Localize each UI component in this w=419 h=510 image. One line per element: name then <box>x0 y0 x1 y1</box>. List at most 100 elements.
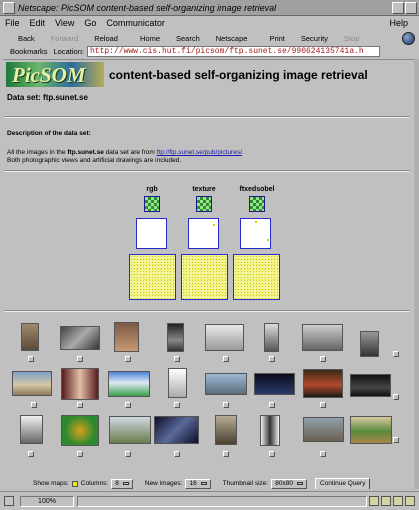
select-checkbox[interactable] <box>223 451 229 457</box>
thumbnail-image[interactable] <box>302 324 343 351</box>
search-button[interactable]: Search <box>168 34 208 43</box>
select-checkbox[interactable] <box>125 451 131 457</box>
select-checkbox[interactable] <box>393 351 399 357</box>
texture-top-map[interactable] <box>196 196 212 212</box>
select-checkbox[interactable] <box>269 402 275 408</box>
select-checkbox[interactable] <box>125 402 131 408</box>
show-maps-checkbox[interactable] <box>71 480 78 487</box>
menu-go[interactable]: Go <box>79 18 101 28</box>
select-checkbox[interactable] <box>31 402 37 408</box>
thumbnail-size-select[interactable]: 80x80 <box>271 478 307 489</box>
columns-select[interactable]: 8 <box>111 478 133 489</box>
navigator-icon[interactable] <box>405 496 415 506</box>
select-checkbox[interactable] <box>320 402 326 408</box>
thumbnail-image[interactable] <box>350 416 392 444</box>
bookmarks-button[interactable]: Bookmarks <box>10 47 48 56</box>
dataset-link[interactable]: ftp://ftp.sunet.se/pub/pictures/ <box>157 149 242 156</box>
thumbnail-image[interactable] <box>109 416 151 444</box>
composer-icon[interactable] <box>393 496 403 506</box>
select-checkbox[interactable] <box>223 356 229 362</box>
continue-query-button[interactable]: Continue Query <box>314 477 371 489</box>
stop-button[interactable]: Stop <box>336 34 367 43</box>
thumbnail-image[interactable] <box>215 415 237 445</box>
select-checkbox[interactable] <box>28 451 34 457</box>
rgb-top-map[interactable] <box>144 196 160 212</box>
thumbnail-image[interactable] <box>360 331 379 357</box>
thumbnail-image[interactable] <box>12 371 52 396</box>
new-images-select[interactable]: 16 <box>185 478 211 489</box>
menu-view[interactable]: View <box>50 18 79 28</box>
select-checkbox[interactable] <box>174 451 180 457</box>
rgb-mid-map[interactable] <box>136 218 167 249</box>
select-checkbox[interactable] <box>223 402 229 408</box>
menu-edit[interactable]: Edit <box>25 18 51 28</box>
thumbnail-image[interactable] <box>154 416 199 444</box>
thumbnail-image[interactable] <box>114 322 139 352</box>
select-checkbox[interactable] <box>28 356 34 362</box>
query-controls: Show maps: Columns: 8 New images: 16 Thu… <box>3 477 414 489</box>
netscape-button[interactable]: Netscape <box>208 34 256 43</box>
thumbnail-image[interactable] <box>61 368 99 400</box>
navigation-toolbar: Back Forward Reload Home Search Netscape… <box>0 31 419 45</box>
select-checkbox[interactable] <box>77 451 83 457</box>
select-checkbox[interactable] <box>174 356 180 362</box>
thumbnail-image[interactable] <box>303 369 343 398</box>
select-checkbox[interactable] <box>320 356 326 362</box>
maximize-icon[interactable] <box>405 1 417 14</box>
security-lock-icon[interactable] <box>4 496 14 506</box>
menu-communicator[interactable]: Communicator <box>101 18 170 28</box>
news-icon[interactable] <box>381 496 391 506</box>
forward-button[interactable]: Forward <box>43 34 87 43</box>
ftxedsobel-top-map[interactable] <box>249 196 265 212</box>
thumbnail-image[interactable] <box>254 373 295 395</box>
netscape-logo-icon[interactable] <box>402 31 415 45</box>
reload-button[interactable]: Reload <box>86 34 126 43</box>
mail-icon[interactable] <box>369 496 379 506</box>
select-checkbox[interactable] <box>174 402 180 408</box>
select-checkbox[interactable] <box>393 437 399 443</box>
select-checkbox[interactable] <box>393 394 399 400</box>
select-checkbox[interactable] <box>269 356 275 362</box>
menu-help[interactable]: Help <box>384 18 413 28</box>
url-field[interactable]: http://www.cis.hut.fi/picsom/ftp.sunet.s… <box>86 46 380 57</box>
window-menu-icon[interactable] <box>3 1 15 14</box>
security-button[interactable]: Security <box>293 34 336 43</box>
print-button[interactable]: Print <box>261 34 292 43</box>
description-text: All the images in the ftp.sunet.se data … <box>7 149 244 156</box>
dropdown-arrow-icon <box>200 482 207 485</box>
thumbnail-image[interactable] <box>264 323 279 352</box>
thumbnail-image[interactable] <box>108 371 150 397</box>
thumbnail-image[interactable] <box>205 324 244 351</box>
window-controls <box>392 1 417 14</box>
texture-som-map[interactable] <box>181 254 228 300</box>
dropdown-arrow-icon <box>122 482 129 485</box>
texture-mid-map[interactable] <box>188 218 219 249</box>
select-checkbox[interactable] <box>77 356 83 362</box>
back-button[interactable]: Back <box>10 34 43 43</box>
thumbnail-image[interactable] <box>167 323 184 352</box>
ftxedsobel-mid-map[interactable] <box>240 218 271 249</box>
minimize-icon[interactable] <box>392 1 404 14</box>
vertical-scrollbar[interactable] <box>414 59 419 489</box>
select-checkbox[interactable] <box>125 356 131 362</box>
thumbnail-image[interactable] <box>205 373 247 395</box>
thumbnail-image[interactable] <box>303 417 344 442</box>
thumbnail-image[interactable] <box>168 368 187 398</box>
select-checkbox[interactable] <box>77 402 83 408</box>
rgb-som-map[interactable] <box>129 254 176 300</box>
progress-indicator: 100% <box>20 495 74 507</box>
thumbnail-image[interactable] <box>350 374 391 397</box>
select-checkbox[interactable] <box>320 451 326 457</box>
thumbnail-image[interactable] <box>61 415 99 446</box>
menu-file[interactable]: File <box>0 18 25 28</box>
thumbnail-image[interactable] <box>20 415 43 444</box>
status-message <box>77 495 367 507</box>
thumbnail-image[interactable] <box>21 323 39 351</box>
home-button[interactable]: Home <box>132 34 168 43</box>
thumbnail-image[interactable] <box>260 415 280 446</box>
feature-label-texture: texture <box>192 186 216 193</box>
page-header: PicSOM content-based self-organizing ima… <box>6 62 368 87</box>
ftxedsobel-som-map[interactable] <box>233 254 280 300</box>
select-checkbox[interactable] <box>269 451 275 457</box>
thumbnail-image[interactable] <box>60 326 100 350</box>
